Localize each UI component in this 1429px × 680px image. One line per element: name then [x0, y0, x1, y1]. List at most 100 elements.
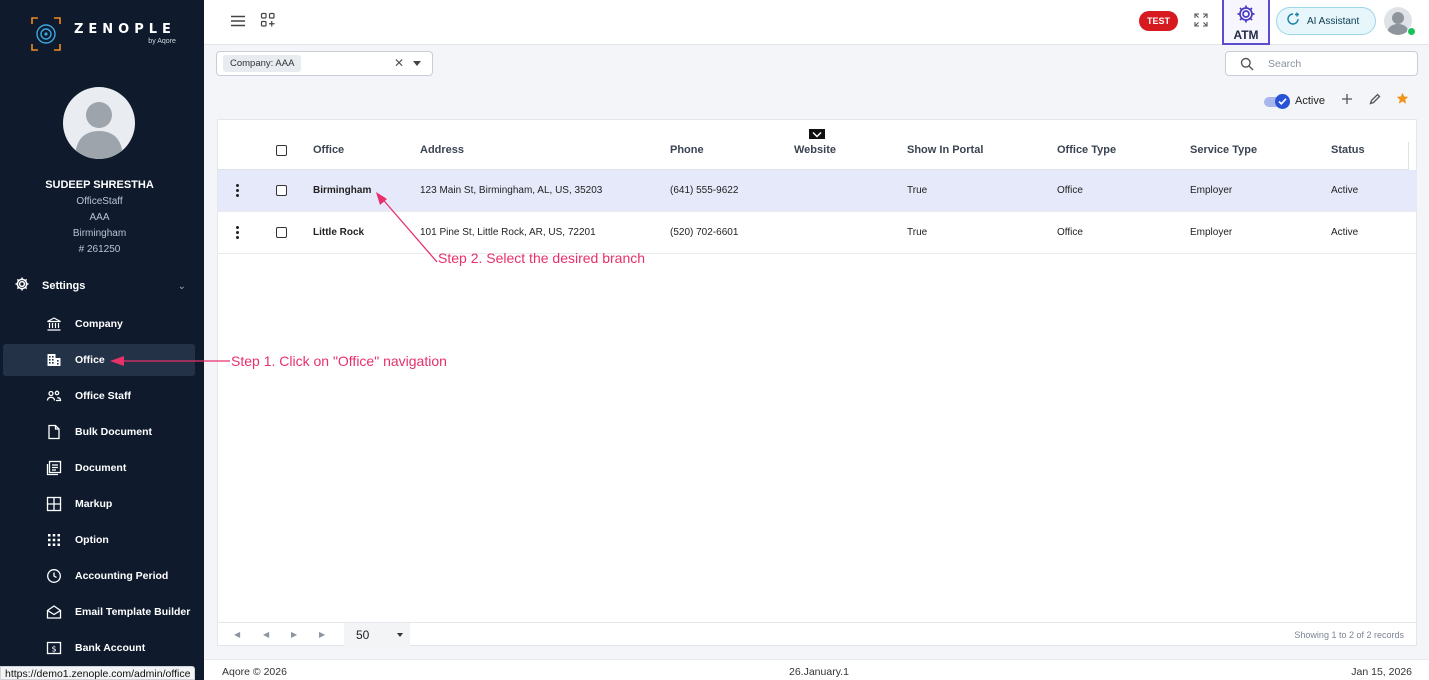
building-icon — [46, 352, 62, 368]
zenople-logo[interactable]: ZENOPLE by Aqore — [28, 14, 176, 54]
apps-add-icon[interactable] — [260, 12, 276, 33]
search-icon — [1240, 57, 1254, 76]
col-office-type[interactable]: Office Type — [1057, 144, 1116, 156]
ai-assistant-label: AI Assistant — [1307, 15, 1360, 27]
record-count-info: Showing 1 to 2 of 2 records — [1294, 630, 1404, 640]
atm-label: ATM — [1233, 28, 1259, 42]
active-toggle[interactable] — [1262, 94, 1292, 109]
search-box[interactable] — [1225, 51, 1418, 76]
sidebar-item-document[interactable]: Document — [3, 452, 195, 484]
chevron-down-icon: ⌄ — [177, 280, 186, 292]
select-all-checkbox[interactable] — [276, 145, 287, 156]
clock-icon — [46, 568, 62, 584]
check-icon — [1275, 94, 1290, 109]
cell-office-type: Office — [1057, 227, 1083, 238]
sidebar-item-accounting-period[interactable]: Accounting Period — [3, 560, 195, 592]
atm-button[interactable]: ATM — [1222, 0, 1270, 45]
clear-filter-icon[interactable]: ✕ — [394, 56, 404, 70]
user-company: AAA — [89, 212, 110, 223]
cell-show-in-portal: True — [907, 185, 928, 196]
table-row[interactable]: Birmingham 123 Main St, Birmingham, AL, … — [218, 170, 1417, 212]
col-website[interactable]: Website — [794, 144, 836, 156]
column-menu-icon[interactable] — [809, 129, 825, 139]
sidebar-item-company[interactable]: Company — [3, 308, 195, 340]
annotation-step1: Step 1. Click on "Office" navigation — [231, 353, 447, 369]
cell-show-in-portal: True — [907, 227, 928, 238]
cell-service-type: Employer — [1190, 227, 1233, 238]
env-test-badge: TEST — [1139, 11, 1179, 31]
sidebar-item-label: Office Staff — [75, 390, 132, 402]
col-status[interactable]: Status — [1331, 144, 1365, 156]
sidebar-item-office-staff[interactable]: Office Staff — [3, 380, 195, 412]
sidebar-item-label: Document — [75, 462, 127, 474]
grid-toolbar: Active — [1262, 92, 1409, 110]
table-row[interactable]: Little Rock 101 Pine St, Little Rock, AR… — [218, 212, 1417, 254]
user-role: OfficeStaff — [76, 196, 123, 207]
ai-assistant-button[interactable]: AI Assistant — [1276, 7, 1376, 35]
sidebar-item-label: Markup — [75, 498, 113, 510]
last-page-icon[interactable]: ▶​ — [319, 630, 325, 639]
dollar-icon: $ — [46, 640, 62, 656]
add-icon[interactable] — [1341, 92, 1353, 110]
dropdown-caret-icon[interactable] — [413, 61, 421, 66]
settings-label: Settings — [42, 280, 86, 292]
footer-version: 26.January.1 — [789, 666, 849, 678]
col-phone[interactable]: Phone — [670, 144, 704, 156]
fullscreen-icon[interactable] — [1194, 13, 1208, 32]
star-icon[interactable] — [1396, 92, 1409, 110]
sidebar-item-email-template-builder[interactable]: Email Template Builder — [3, 596, 195, 628]
ai-sparkle-icon — [1285, 11, 1301, 32]
cell-office[interactable]: Little Rock — [313, 227, 364, 238]
brand-tagline: by Aqore — [148, 38, 176, 45]
prev-page-icon[interactable]: ◀ — [263, 630, 269, 639]
dots-grid-icon — [46, 532, 62, 548]
next-page-icon[interactable]: ▶ — [291, 630, 297, 639]
cell-address: 101 Pine St, Little Rock, AR, US, 72201 — [420, 227, 596, 238]
first-page-icon[interactable]: ◀​ — [234, 630, 240, 639]
sidebar-item-office[interactable]: Office — [3, 344, 195, 376]
sidebar-item-label: Office — [75, 354, 105, 366]
footer: Aqore © 2026 26.January.1 Jan 15, 2026 — [204, 659, 1429, 680]
user-id: # 261250 — [78, 244, 121, 255]
cell-status: Active — [1331, 185, 1359, 196]
col-office[interactable]: Office — [313, 144, 344, 156]
company-filter-select[interactable]: Company: AAA ✕ — [216, 51, 433, 76]
sidebar-item-bank-account[interactable]: $ Bank Account — [3, 632, 195, 664]
cell-address: 123 Main St, Birmingham, AL, US, 35203 — [420, 185, 603, 196]
settings-section-toggle[interactable]: Settings ⌄ — [14, 276, 186, 296]
office-grid: Office Address Phone Website Show In Por… — [217, 119, 1417, 647]
search-input[interactable] — [1268, 56, 1408, 72]
edit-pencil-icon[interactable] — [1369, 92, 1381, 110]
menu-icon[interactable] — [231, 14, 245, 32]
row-checkbox[interactable] — [276, 185, 287, 196]
row-actions-kebab-icon[interactable] — [236, 184, 239, 199]
col-show-in-portal[interactable]: Show In Portal — [907, 144, 983, 156]
grid-icon — [46, 496, 62, 512]
cell-phone: (641) 555-9622 — [670, 185, 739, 196]
sidebar-item-label: Bank Account — [75, 642, 146, 654]
sidebar-item-label: Bulk Document — [75, 426, 153, 438]
page-size-value: 50 — [356, 628, 370, 642]
footer-copyright: Aqore © 2026 — [222, 666, 287, 678]
sidebar-item-label: Accounting Period — [75, 570, 169, 582]
row-checkbox[interactable] — [276, 227, 287, 238]
sidebar-item-option[interactable]: Option — [3, 524, 195, 556]
online-status-dot — [1407, 27, 1416, 36]
sidebar-item-markup[interactable]: Markup — [3, 488, 195, 520]
page-size-select[interactable]: 50 — [344, 623, 410, 647]
user-office: Birmingham — [72, 228, 127, 239]
footer-date: Jan 15, 2026 — [1351, 666, 1412, 678]
col-address[interactable]: Address — [420, 144, 464, 156]
row-actions-kebab-icon[interactable] — [236, 226, 239, 241]
user-info: SUDEEP SHRESTHA OfficeStaff AAA Birmingh… — [0, 179, 199, 258]
annotation-step2: Step 2. Select the desired branch — [438, 250, 646, 266]
user-avatar[interactable] — [63, 87, 135, 159]
bank-icon — [46, 316, 62, 332]
sidebar-item-label: Email Template Builder — [75, 606, 191, 618]
company-filter-chip: Company: AAA — [223, 55, 302, 72]
cell-office[interactable]: Birmingham — [313, 185, 371, 196]
sidebar: ZENOPLE by Aqore SUDEEP SHRESTHA OfficeS… — [0, 0, 204, 680]
sidebar-item-bulk-document[interactable]: Bulk Document — [3, 416, 195, 448]
col-service-type[interactable]: Service Type — [1190, 144, 1257, 156]
file-icon — [46, 424, 62, 440]
